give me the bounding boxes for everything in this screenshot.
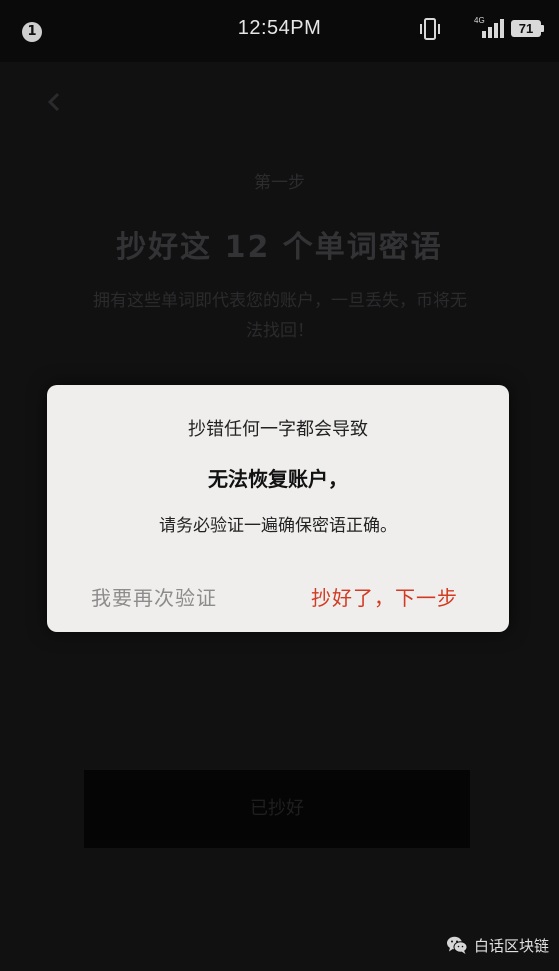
status-bar: 1 12:54PM 4G 71 xyxy=(0,0,559,62)
back-arrow-icon xyxy=(47,92,60,112)
next-step-button[interactable]: 抄好了，下一步 xyxy=(311,581,458,615)
dialog-message-line1: 抄错任何一字都会导致 xyxy=(188,419,368,440)
background-nav-bar xyxy=(0,82,559,122)
signal-strength-icon xyxy=(482,19,504,38)
step-label: 第一步 xyxy=(254,173,305,193)
watermark: 白话区块链 xyxy=(446,930,549,960)
confirm-dialog: 抄错任何一字都会导致 无法恢复账户， 请务必验证一遍确保密语正确。 我要再次验证… xyxy=(47,385,509,632)
battery-indicator: 71 xyxy=(511,20,544,37)
vibrate-icon xyxy=(420,18,440,40)
page-title: 抄好这 12 个单词密语 xyxy=(116,230,443,265)
background-confirm-button: 已抄好 xyxy=(84,770,470,848)
dialog-message-line3: 请务必验证一遍确保密语正确。 xyxy=(159,516,397,536)
wechat-icon xyxy=(447,936,468,954)
watermark-text: 白话区块链 xyxy=(474,936,550,955)
dialog-message-emphasis: 无法恢复账户， xyxy=(208,467,348,491)
page-description: 拥有这些单词即代表您的账户，一旦丢失，币将无法找回！ xyxy=(93,291,467,341)
reverify-button[interactable]: 我要再次验证 xyxy=(91,581,217,615)
